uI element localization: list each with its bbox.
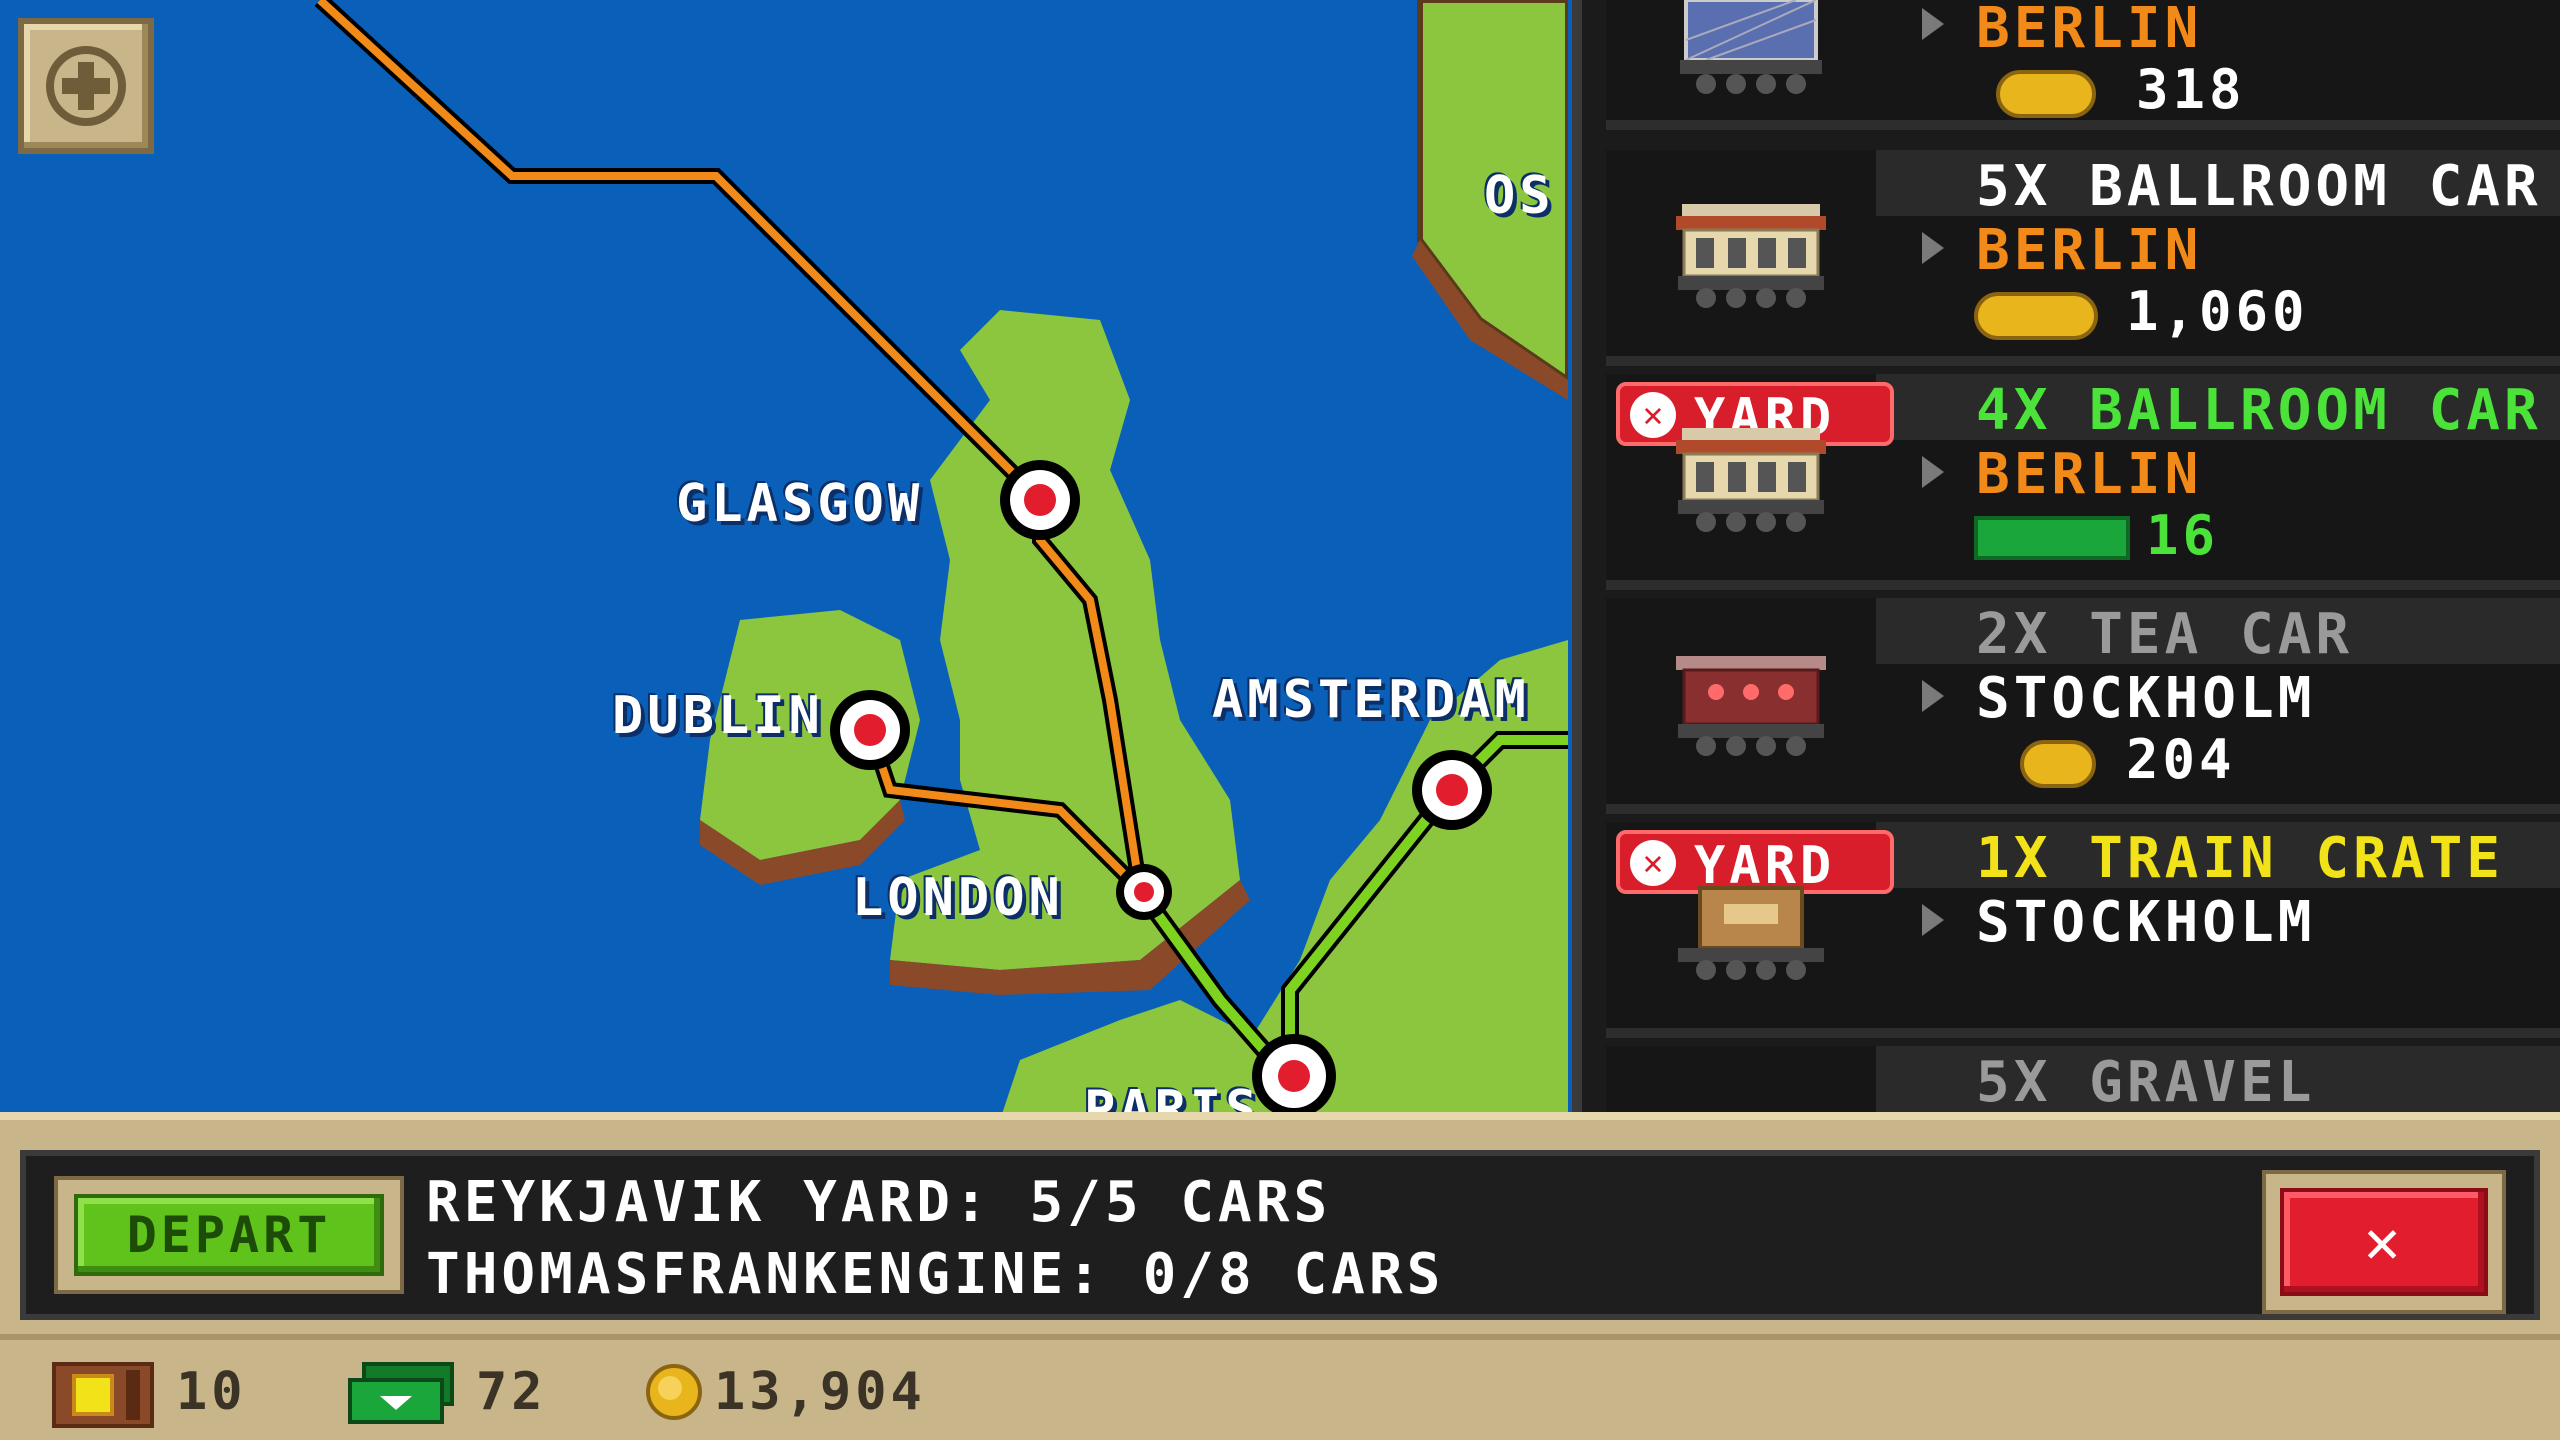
train-crate-icon <box>1678 886 1824 980</box>
cargo-card[interactable]: BERLIN 318 <box>1606 0 2560 130</box>
card-cargo-name: 4X BALLROOM CAR <box>1976 378 2542 443</box>
cargo-card[interactable]: ✕ YARD 1X TRAIN CRATE STOCKHOLM <box>1606 822 2560 1038</box>
ballroom-car-icon <box>1676 204 1826 308</box>
coins-count: 13,904 <box>714 1362 926 1422</box>
arrow-icon <box>1922 456 1944 488</box>
zoom-in-button[interactable] <box>18 18 154 154</box>
yard-capacity-text: REYKJAVIK YARD: 5/5 CARS <box>426 1170 1332 1235</box>
card-cargo-name: 1X TRAIN CRATE <box>1976 826 2505 891</box>
card-destination: BERLIN <box>1976 218 2203 283</box>
cargo-card[interactable]: ✕ YARD 4X BALLROOM CAR BERLIN 16 <box>1606 374 2560 590</box>
arrow-icon <box>1922 680 1944 712</box>
depart-button[interactable]: DEPART <box>54 1176 404 1294</box>
station-paris <box>1252 1034 1336 1118</box>
card-reward: 1,060 <box>2126 280 2309 343</box>
train-info-bar: DEPART REYKJAVIK YARD: 5/5 CARS THOMASFR… <box>0 1112 2560 1334</box>
engine-capacity-text: THOMASFRANKENGINE: 0/8 CARS <box>426 1242 1445 1307</box>
arrow-icon <box>1922 232 1944 264</box>
crates-count: 10 <box>176 1362 247 1422</box>
city-label-dublin: DUBLIN <box>612 686 824 746</box>
close-button[interactable]: ✕ <box>2262 1170 2506 1314</box>
cash-icon <box>1974 516 2130 560</box>
arrow-icon <box>1922 904 1944 936</box>
station-dublin <box>830 690 910 770</box>
coins-icon <box>2020 740 2096 788</box>
card-reward: 318 <box>2136 58 2246 121</box>
city-label-london: LONDON <box>852 868 1064 928</box>
card-cargo-name: 5X GRAVEL <box>1976 1050 2316 1115</box>
card-destination: STOCKHOLM <box>1976 890 2316 955</box>
map-view[interactable]: GLASGOW DUBLIN AMSTERDAM LONDON PARIS OS <box>0 0 1568 1120</box>
city-label-oslo-partial: OS <box>1484 166 1555 226</box>
city-label-glasgow: GLASGOW <box>676 474 924 534</box>
cash-icon <box>348 1362 454 1424</box>
ballroom-car-icon <box>1676 428 1826 532</box>
card-cargo-name: 5X BALLROOM CAR <box>1976 154 2542 219</box>
cargo-card[interactable]: 2X TEA CAR STOCKHOLM 204 <box>1606 598 2560 814</box>
arrow-icon <box>1922 8 1944 40</box>
station-london <box>1116 864 1172 920</box>
crate-icon <box>52 1362 154 1428</box>
card-destination: BERLIN <box>1976 0 2203 61</box>
cargo-list-panel[interactable]: BERLIN 318 5X BALLROOM CAR BERLIN 1,060 … <box>1572 0 2560 1120</box>
cargo-card[interactable]: 5X GRAVEL <box>1606 1046 2560 1120</box>
card-cargo-name: 2X TEA CAR <box>1976 602 2354 667</box>
coin-icon <box>646 1364 702 1420</box>
cargo-card[interactable]: 5X BALLROOM CAR BERLIN 1,060 <box>1606 150 2560 366</box>
card-reward: 16 <box>2146 504 2220 567</box>
card-reward: 204 <box>2126 728 2236 791</box>
station-amsterdam <box>1412 750 1492 830</box>
card-destination: BERLIN <box>1976 442 2203 507</box>
tea-car-icon <box>1676 656 1826 756</box>
depart-label: DEPART <box>74 1194 384 1276</box>
coins-icon <box>1996 70 2096 118</box>
card-destination: STOCKHOLM <box>1976 666 2316 731</box>
train-info-inner: DEPART REYKJAVIK YARD: 5/5 CARS THOMASFR… <box>20 1150 2540 1320</box>
coins-icon <box>1974 292 2098 340</box>
plus-icon <box>46 46 126 126</box>
map-canvas[interactable] <box>0 0 1568 1120</box>
close-icon: ✕ <box>2280 1188 2488 1296</box>
cash-count: 72 <box>476 1362 547 1422</box>
solar-car-icon <box>1680 0 1822 94</box>
station-glasgow <box>1000 460 1080 540</box>
city-label-amsterdam: AMSTERDAM <box>1212 670 1530 730</box>
currency-status-bar: 10 72 13,904 <box>0 1334 2560 1440</box>
